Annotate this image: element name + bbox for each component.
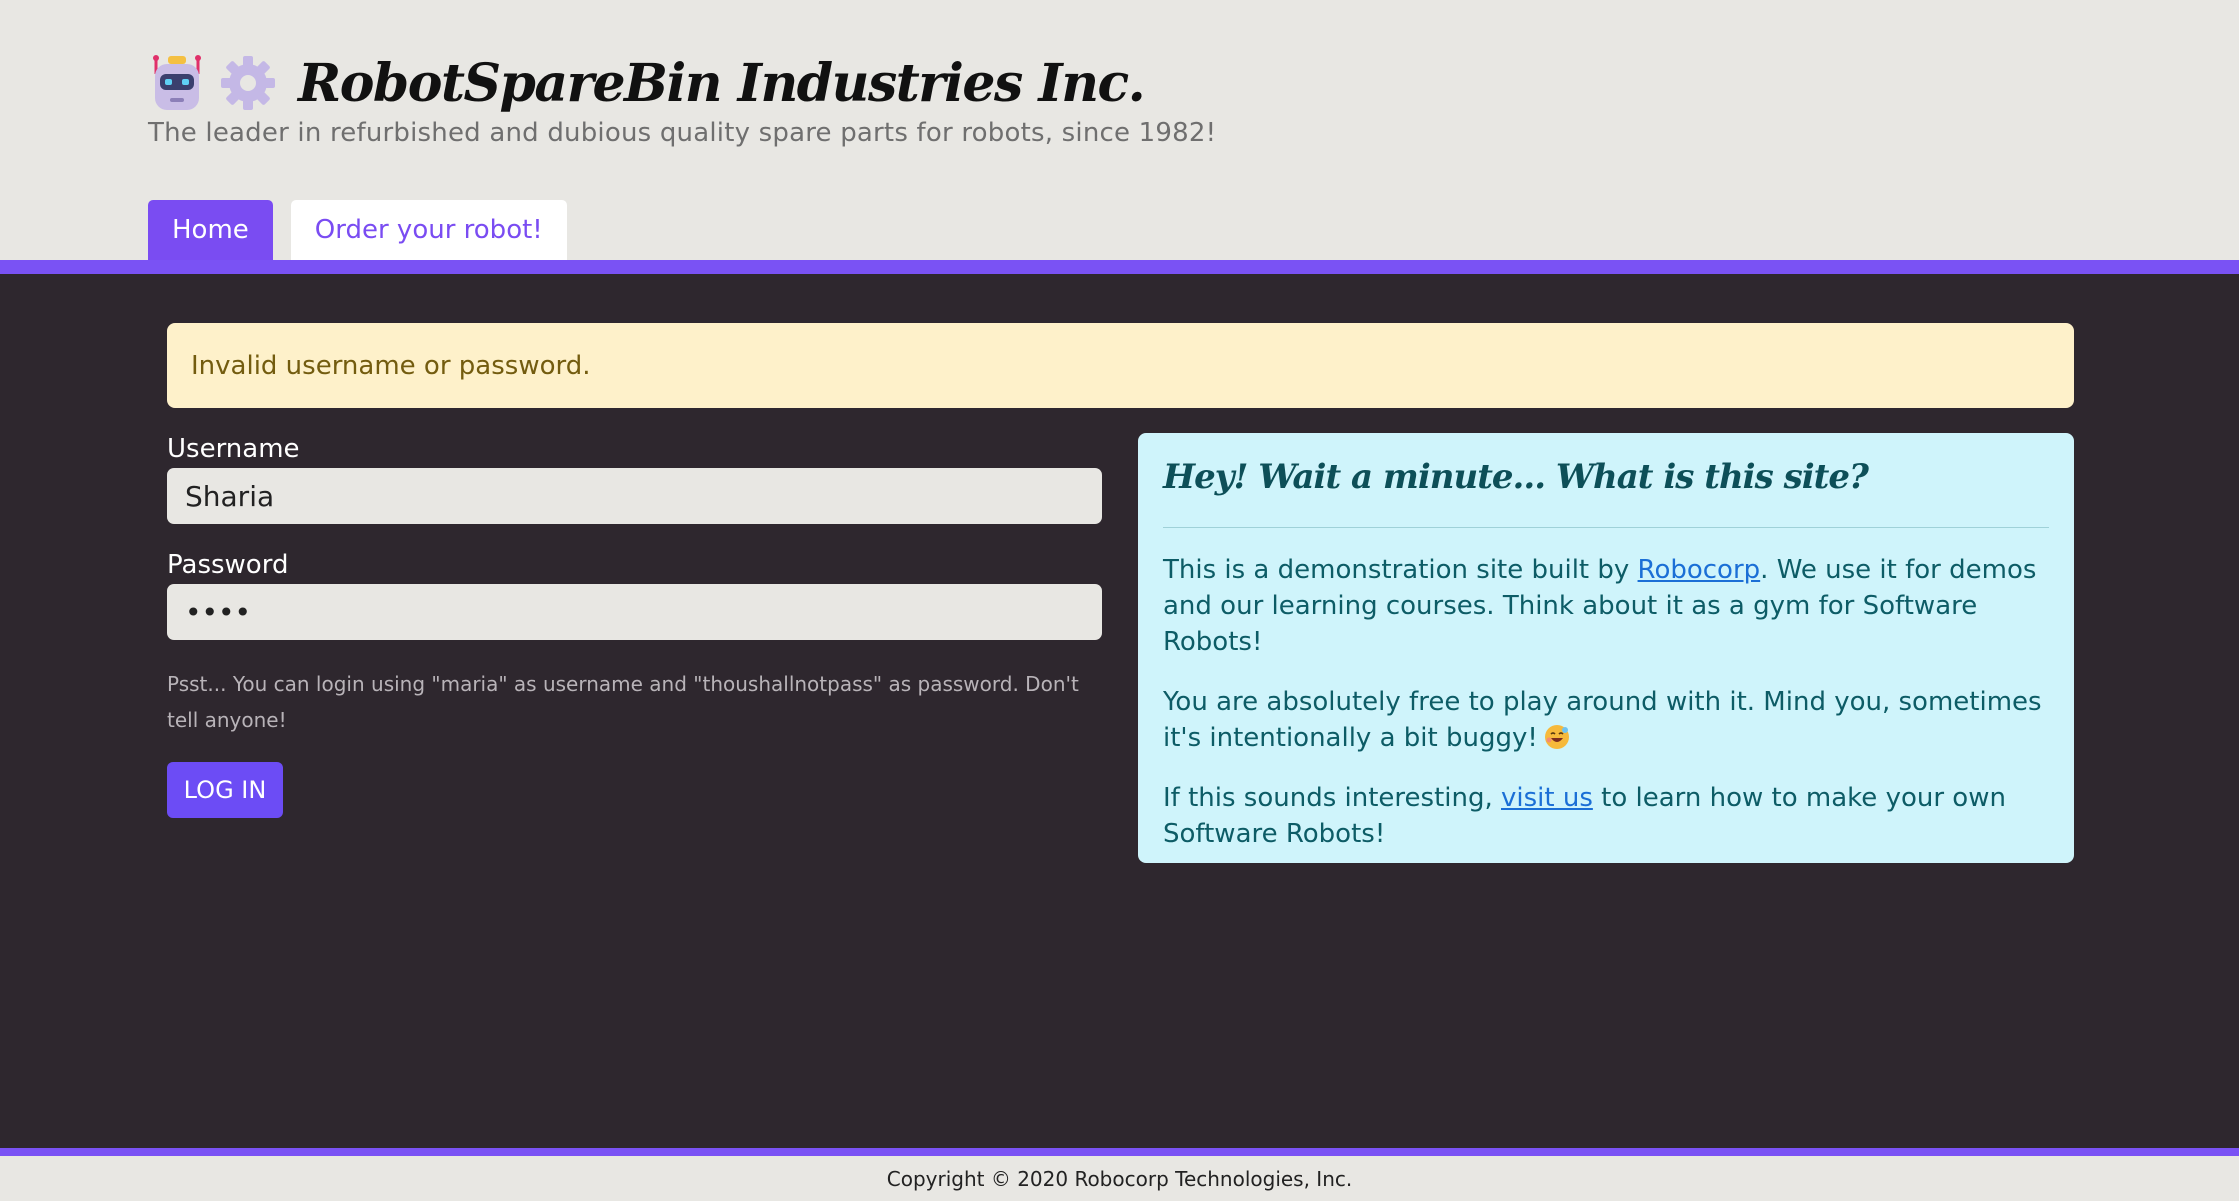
info-card-divider bbox=[1163, 527, 2049, 528]
error-alert: Invalid username or password. bbox=[167, 323, 2074, 408]
username-input[interactable] bbox=[167, 468, 1102, 524]
visit-us-link[interactable]: visit us bbox=[1501, 783, 1593, 813]
copyright-text: Copyright © 2020 Robocorp Technologies, … bbox=[886, 1166, 1353, 1191]
main-nav: Home Order your robot! bbox=[148, 200, 567, 260]
gear-icon bbox=[220, 55, 276, 111]
log-in-button[interactable]: LOG IN bbox=[167, 762, 283, 818]
site-footer: Copyright © 2020 Robocorp Technologies, … bbox=[0, 1156, 2239, 1201]
site-header: RobotSpareBin Industries Inc. The leader… bbox=[0, 0, 2239, 260]
info-paragraph-1: This is a demonstration site built by Ro… bbox=[1163, 552, 2049, 660]
password-input[interactable] bbox=[167, 584, 1102, 640]
error-alert-message: Invalid username or password. bbox=[191, 350, 591, 381]
robot-icon bbox=[148, 54, 206, 112]
info-paragraph-2: You are absolutely free to play around w… bbox=[1163, 684, 2049, 756]
header-accent-bar bbox=[0, 260, 2239, 274]
robocorp-link[interactable]: Robocorp bbox=[1638, 555, 1761, 585]
site-title: RobotSpareBin Industries Inc. bbox=[298, 52, 1146, 114]
smiling-sweat-emoji-icon bbox=[1544, 724, 1570, 750]
info-card: Hey! Wait a minute... What is this site?… bbox=[1138, 433, 2074, 863]
tab-order-your-robot[interactable]: Order your robot! bbox=[290, 200, 567, 260]
info-p3-text-before: If this sounds interesting, bbox=[1163, 783, 1501, 813]
login-form: Username Password Psst... You can login … bbox=[167, 430, 1102, 818]
password-label: Password bbox=[167, 550, 289, 580]
brand: RobotSpareBin Industries Inc. bbox=[148, 48, 1146, 118]
info-card-heading: Hey! Wait a minute... What is this site? bbox=[1163, 457, 1869, 497]
username-label: Username bbox=[167, 434, 300, 464]
site-tagline: The leader in refurbished and dubious qu… bbox=[148, 118, 1217, 148]
footer-accent-bar bbox=[0, 1148, 2239, 1156]
info-p1-text-before: This is a demonstration site built by bbox=[1163, 555, 1638, 585]
info-p2-text: You are absolutely free to play around w… bbox=[1163, 687, 2042, 753]
info-paragraph-3: If this sounds interesting, visit us to … bbox=[1163, 780, 2049, 852]
tab-home[interactable]: Home bbox=[148, 200, 273, 260]
login-hint: Psst... You can login using "maria" as u… bbox=[167, 672, 1079, 732]
